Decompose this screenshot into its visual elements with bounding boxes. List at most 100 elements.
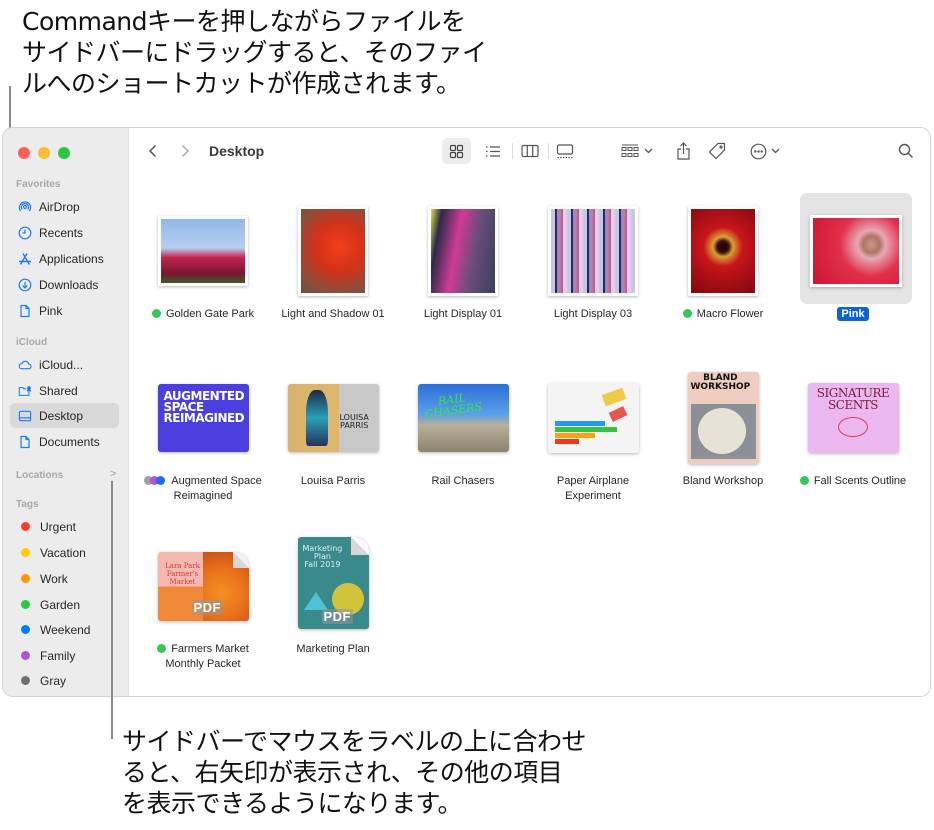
ellipsis-circle-icon — [750, 143, 767, 159]
file-thumbnail: Marketing Plan Fall 2019 PDF — [297, 537, 369, 629]
sidebar-item-recents[interactable]: Recents — [10, 220, 119, 245]
sidebar-item-documents[interactable]: Documents — [10, 429, 119, 454]
search-button[interactable] — [894, 138, 918, 164]
toolbar: Desktop — [129, 128, 930, 174]
tag-color-dot — [21, 651, 30, 660]
airdrop-icon — [18, 200, 32, 214]
tag-button[interactable] — [705, 138, 729, 164]
sidebar-item-shared[interactable]: Shared — [10, 378, 119, 403]
callout-top: Commandキーを押しながらファイルを サイドバーにドラッグすると、そのファイ… — [22, 6, 502, 99]
document-icon — [18, 435, 32, 449]
sidebar-item-label: Applications — [39, 251, 104, 266]
file-thumbnail — [688, 206, 758, 296]
gallery-view-button[interactable] — [550, 138, 579, 164]
clock-icon — [18, 226, 32, 240]
window-controls — [18, 147, 70, 159]
tag-green-dot — [151, 309, 161, 318]
sidebar-item-label: Documents — [39, 434, 100, 449]
file-label: Marketing Plan — [296, 643, 370, 655]
file-item[interactable]: Golden Gate Park — [138, 196, 268, 326]
sidebar-item-desktop[interactable]: Desktop — [10, 403, 119, 428]
group-by-button[interactable] — [619, 138, 655, 164]
locations-expand-chevron[interactable]: > — [110, 468, 116, 480]
share-button[interactable] — [671, 138, 695, 164]
sidebar-tag-garden[interactable]: Garden — [10, 592, 119, 617]
file-thumbnail: AUGMENTED SPACE REIMAGINED — [157, 384, 249, 452]
file-label: Louisa Parris — [300, 475, 366, 487]
sidebar-item-applications[interactable]: Applications — [10, 246, 119, 271]
sidebar-tag-work[interactable]: Work — [10, 566, 119, 591]
sidebar-item-downloads[interactable]: Downloads — [10, 272, 119, 297]
pdf-badge: PDF — [321, 609, 353, 624]
icon-view-button[interactable] — [442, 138, 471, 164]
sidebar-item-label: Recents — [39, 225, 84, 240]
grid-icon — [449, 144, 464, 158]
tag-color-dot — [21, 625, 30, 634]
file-item[interactable]: LOUISA PARRIS Louisa Parris — [268, 368, 398, 508]
file-item[interactable]: Light Display 01 — [398, 196, 528, 326]
sidebar-item-pink[interactable]: Pink — [10, 298, 119, 323]
shared-folder-icon — [18, 384, 32, 398]
tag-color-dot — [21, 522, 30, 531]
sidebar-item-label: AirDrop — [39, 199, 80, 214]
file-item[interactable]: RAIL CHASERS Rail Chasers — [398, 368, 528, 508]
list-view-button[interactable] — [478, 138, 507, 164]
download-icon — [18, 278, 32, 292]
toolbar-separator — [512, 143, 513, 159]
chevron-right-icon — [181, 144, 190, 158]
file-item[interactable]: Marketing Plan Fall 2019 PDF Marketing Pla… — [268, 536, 398, 676]
column-view-button[interactable] — [515, 138, 544, 164]
share-icon — [676, 142, 690, 160]
file-item[interactable]: Light Display 03 — [528, 196, 658, 326]
file-label: Paper Airplane Experiment — [556, 475, 630, 502]
file-item[interactable]: Paper Airplane Experiment — [528, 368, 658, 508]
callout-top-line: サイドバーにドラッグすると、そのファイ — [22, 38, 487, 67]
file-item-selected[interactable]: Pink — [788, 193, 918, 326]
sidebar-tag-family[interactable]: Family — [10, 643, 119, 668]
tag-green-dot — [682, 309, 692, 318]
sidebar-item-label: Pink — [39, 303, 63, 318]
tag-green-dot — [157, 644, 167, 653]
section-label-icloud: iCloud — [16, 337, 48, 348]
sidebar-item-label: Gray — [40, 673, 67, 688]
file-thumbnail — [298, 206, 368, 296]
chevron-left-icon — [148, 144, 157, 158]
more-actions-button[interactable] — [745, 138, 785, 164]
file-thumbnail: BLAND WORKSHOP — [687, 372, 759, 464]
forward-button[interactable] — [175, 138, 195, 164]
tag-color-dot — [21, 574, 30, 583]
sidebar-tag-vacation[interactable]: Vacation — [10, 540, 119, 565]
file-label: Augmented Space Reimagined — [138, 474, 268, 504]
file-item[interactable]: AUGMENTED SPACE REIMAGINED Augmented Space… — [138, 368, 268, 508]
file-label: Bland Workshop — [682, 475, 764, 487]
callout-top-line: Commandキーを押しながらファイルを — [22, 7, 466, 36]
callout-bottom-line: を表示できるようになります。 — [122, 789, 463, 818]
file-thumbnail — [810, 215, 902, 287]
multi-tag-dots — [144, 476, 168, 485]
file-item[interactable]: SIGNATURE SCENTS Fall Scents Outline — [788, 368, 918, 508]
close-button[interactable] — [18, 147, 30, 159]
section-label-tags: Tags — [16, 499, 39, 510]
finder-window: Favorites AirDrop Recents Applications D… — [2, 127, 931, 697]
file-item[interactable]: BLAND WORKSHOP Bland Workshop — [658, 368, 788, 508]
sidebar-tag-gray[interactable]: Gray — [10, 668, 119, 693]
zoom-button[interactable] — [58, 147, 70, 159]
file-item[interactable]: Macro Flower — [658, 196, 788, 326]
section-label-favorites: Favorites — [16, 179, 61, 190]
back-button[interactable] — [143, 138, 163, 164]
sidebar-item-label: Vacation — [40, 545, 86, 560]
sidebar-item-airdrop[interactable]: AirDrop — [10, 194, 119, 219]
section-label-locations: Locations — [16, 470, 64, 481]
file-item[interactable]: Light and Shadow 01 — [268, 196, 398, 326]
sidebar-item-label: Garden — [40, 597, 81, 612]
minimize-button[interactable] — [38, 147, 50, 159]
callout-bottom-line: サイドバーでマウスをラベルの上に合わせ — [122, 727, 587, 756]
sidebar-item-icloud-drive[interactable]: iCloud... — [10, 352, 119, 377]
sidebar-tag-weekend[interactable]: Weekend — [10, 617, 119, 642]
applications-icon — [18, 252, 32, 266]
sidebar-item-label: iCloud... — [39, 357, 84, 372]
sidebar-tag-urgent[interactable]: Urgent — [10, 514, 119, 539]
document-icon — [18, 304, 32, 318]
callout-bottom: サイドバーでマウスをラベルの上に合わせ ると、右矢印が表示され、その他の項目 を… — [122, 726, 622, 819]
file-item[interactable]: Lara Park Farmer's Market PDF Farmers Mar… — [138, 536, 268, 676]
